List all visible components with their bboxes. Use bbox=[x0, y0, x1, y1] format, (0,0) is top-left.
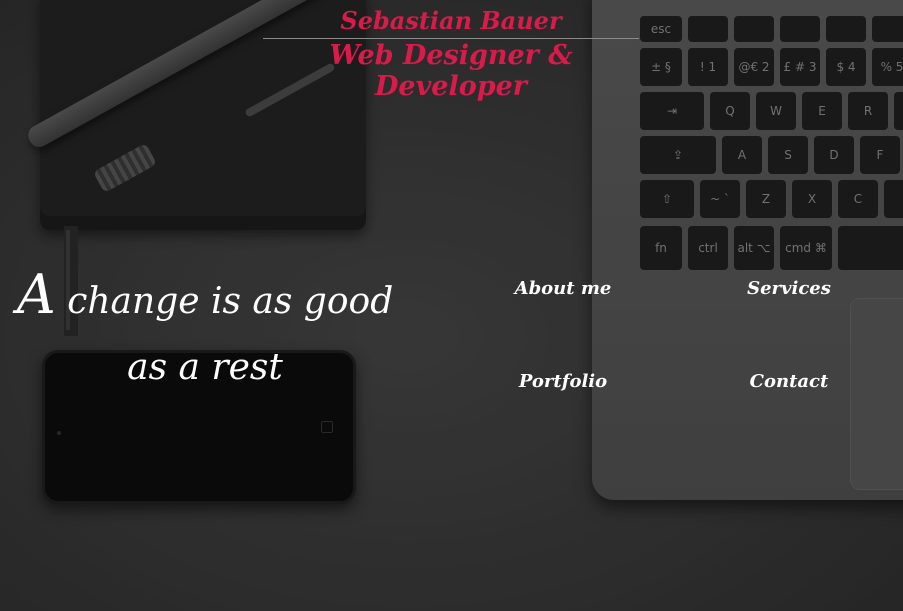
site-owner-name: Sebastian Bauer bbox=[340, 6, 562, 35]
nav-link-about[interactable]: About me bbox=[493, 278, 633, 299]
nav-link-services[interactable]: Services bbox=[719, 278, 859, 299]
hero-quote-initial: A bbox=[16, 263, 56, 326]
site-tagline: Web Designer & Developer bbox=[329, 40, 573, 102]
header-divider bbox=[263, 38, 639, 39]
nav-link-contact[interactable]: Contact bbox=[719, 371, 859, 392]
hero-quote-text: change is as good as a rest bbox=[55, 281, 394, 388]
nav-link-portfolio[interactable]: Portfolio bbox=[493, 371, 633, 392]
hero-quote: A change is as good as a rest bbox=[10, 262, 400, 401]
